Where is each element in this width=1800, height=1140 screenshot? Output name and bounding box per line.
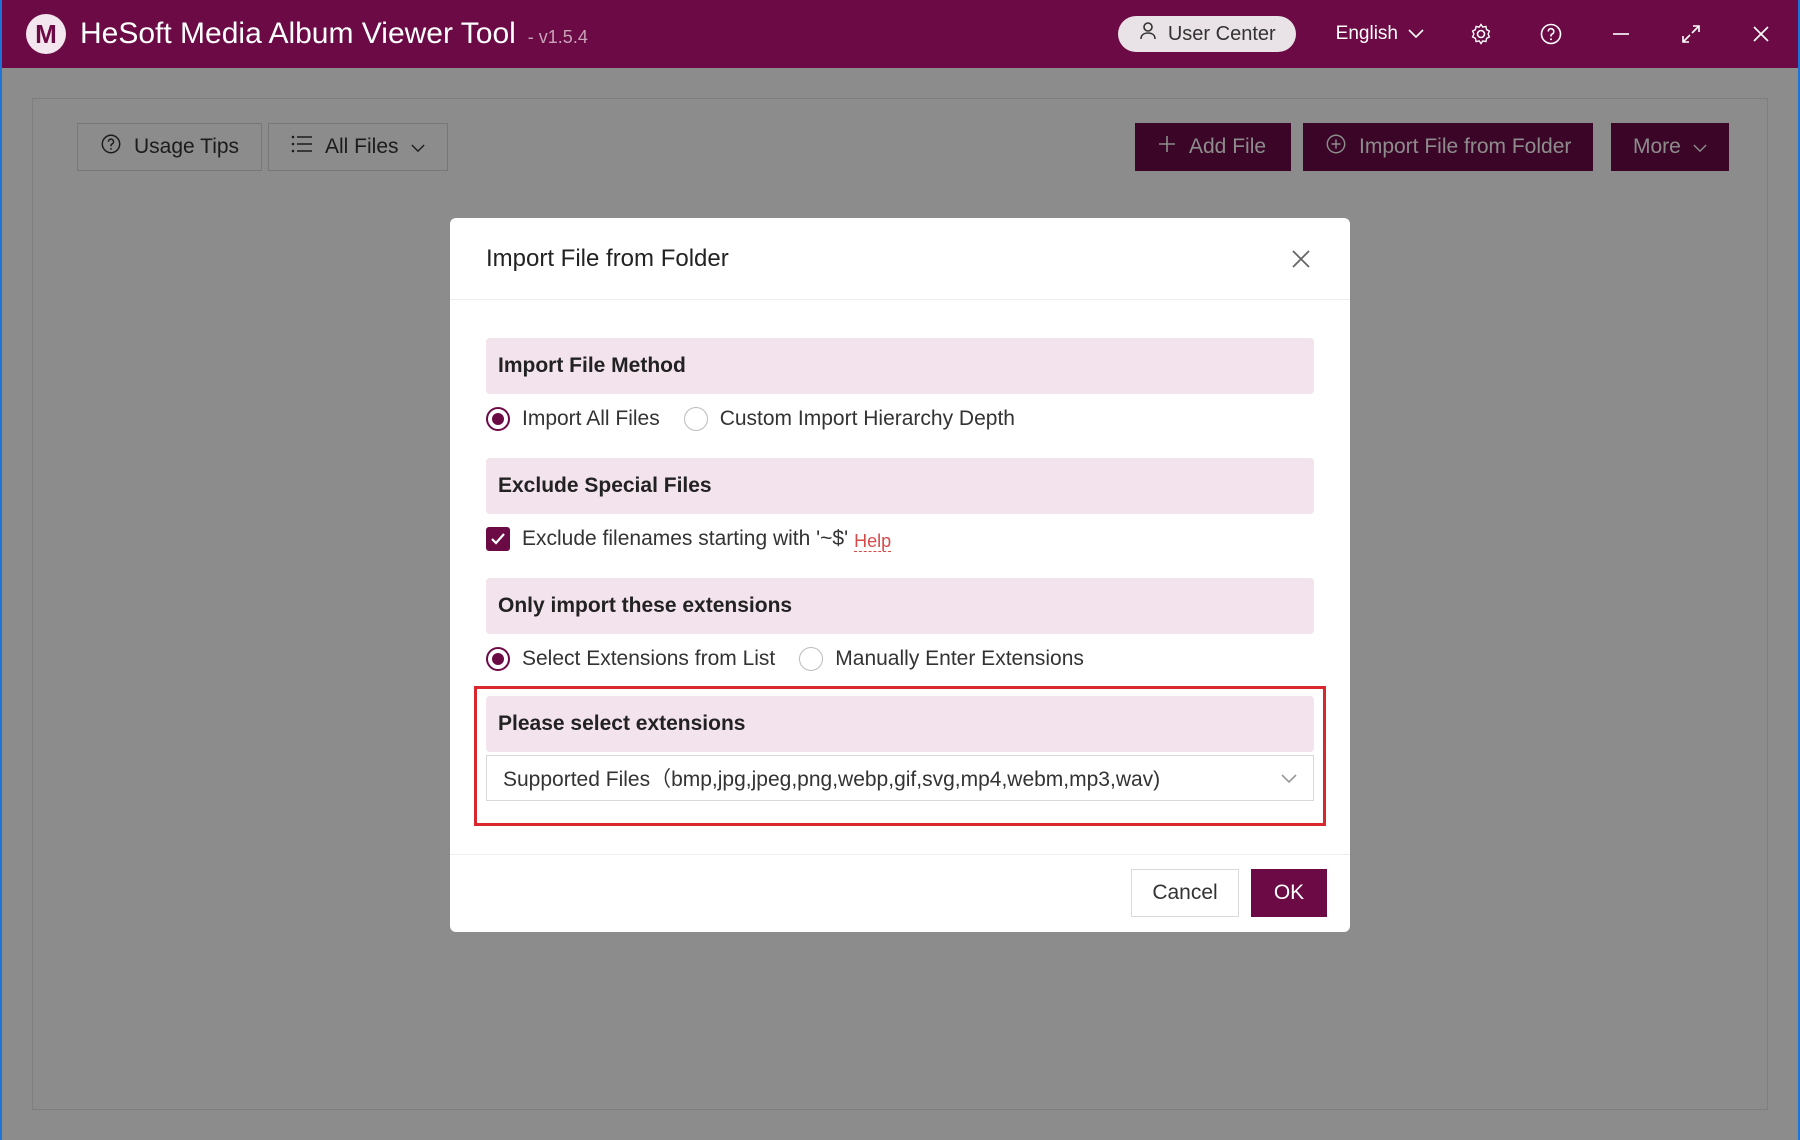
dialog-header: Import File from Folder [450, 218, 1350, 300]
radio-import-all[interactable] [486, 407, 510, 431]
help-icon[interactable] [1538, 21, 1564, 47]
exclude-checkbox-label[interactable]: Exclude filenames starting with '~$' [522, 527, 848, 551]
import-method-options: Import All Files Custom Import Hierarchy… [486, 402, 1039, 436]
user-center-label: User Center [1167, 22, 1276, 45]
exclude-option: Exclude filenames starting with '~$' Hel… [486, 522, 892, 556]
radio-custom-depth-label[interactable]: Custom Import Hierarchy Depth [720, 407, 1015, 431]
dialog-title: Import File from Folder [486, 244, 729, 272]
app-logo: M [26, 14, 66, 54]
extension-mode-options: Select Extensions from List Manually Ent… [486, 642, 1108, 676]
language-label: English [1335, 23, 1398, 44]
section-select-extensions: Please select extensions [486, 696, 1314, 752]
help-link[interactable]: Help [854, 531, 892, 552]
settings-icon[interactable] [1468, 21, 1494, 47]
radio-manual-enter-label[interactable]: Manually Enter Extensions [835, 647, 1084, 671]
radio-import-all-label[interactable]: Import All Files [522, 407, 660, 431]
exclude-checkbox[interactable] [486, 527, 510, 551]
app-title: HeSoft Media Album Viewer Tool [80, 17, 516, 50]
section-exclude-special: Exclude Special Files [486, 458, 1314, 514]
title-bar: M HeSoft Media Album Viewer Tool - v1.5.… [2, 0, 1798, 68]
chevron-down-icon [1408, 23, 1424, 45]
import-folder-dialog: Import File from Folder Import File Meth… [450, 218, 1350, 932]
dialog-footer: Cancel OK [450, 854, 1350, 932]
minimize-icon[interactable] [1608, 21, 1634, 47]
radio-select-list-label[interactable]: Select Extensions from List [522, 647, 775, 671]
close-icon[interactable] [1288, 246, 1314, 272]
section-extensions: Only import these extensions [486, 578, 1314, 634]
section-import-method-title: Import File Method [498, 354, 686, 377]
extensions-select[interactable]: Supported Files（bmp,jpg,jpeg,png,webp,gi… [486, 755, 1314, 801]
app-window: M HeSoft Media Album Viewer Tool - v1.5.… [2, 0, 1798, 1140]
ok-label: OK [1273, 881, 1305, 904]
section-select-extensions-title: Please select extensions [498, 712, 746, 735]
radio-manual-enter[interactable] [799, 647, 824, 671]
check-icon [491, 533, 505, 545]
section-import-method: Import File Method [486, 338, 1314, 394]
main-area: Usage Tips All Files Add File Import Fil… [2, 68, 1798, 1140]
radio-select-list[interactable] [486, 647, 510, 671]
section-exclude-special-title: Exclude Special Files [498, 474, 712, 497]
chevron-down-icon [1281, 766, 1297, 790]
close-window-icon[interactable] [1748, 21, 1774, 47]
language-select[interactable]: English [1336, 23, 1424, 45]
app-version: - v1.5.4 [527, 26, 588, 47]
section-extensions-title: Only import these extensions [498, 594, 793, 617]
extensions-select-value: Supported Files（bmp,jpg,jpeg,png,webp,gi… [503, 768, 1161, 791]
user-center-button[interactable]: User Center [1117, 16, 1296, 52]
maximize-icon[interactable] [1678, 21, 1704, 47]
cancel-button[interactable]: Cancel [1131, 869, 1239, 917]
ok-button[interactable]: OK [1251, 869, 1327, 917]
user-icon [1138, 21, 1158, 47]
radio-custom-depth[interactable] [683, 407, 708, 431]
cancel-label: Cancel [1152, 881, 1218, 904]
